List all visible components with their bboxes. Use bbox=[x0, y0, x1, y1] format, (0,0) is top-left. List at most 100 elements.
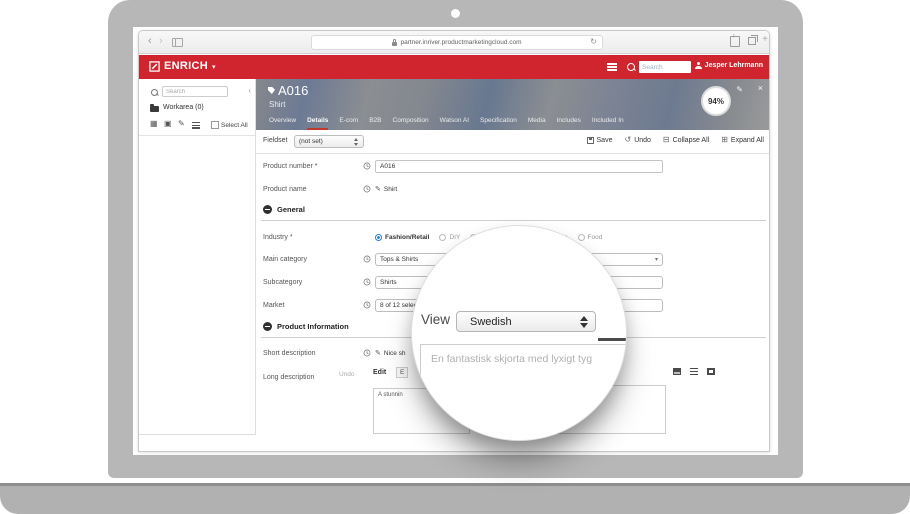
pencil-icon: ✎ bbox=[375, 349, 381, 357]
radio-fashion-retail[interactable]: Fashion/Retail bbox=[375, 234, 429, 241]
product-name-subheading: Shirt bbox=[269, 100, 285, 109]
tab-media[interactable]: Media bbox=[528, 117, 546, 130]
folder-icon bbox=[150, 106, 159, 112]
history-icon[interactable] bbox=[363, 278, 371, 286]
workarea-sidebar: ‹ Workarea (0) ▦ ▣ ✎ Select All bbox=[139, 79, 256, 435]
fieldset-label: Fieldset bbox=[263, 137, 288, 144]
tab-composition[interactable]: Composition bbox=[393, 117, 429, 130]
forward-icon[interactable]: › bbox=[159, 34, 163, 48]
refresh-icon[interactable]: ↻ bbox=[590, 37, 597, 46]
list-view-icon[interactable] bbox=[690, 368, 698, 375]
collapse-all-button[interactable]: ⊟ Collapse All bbox=[663, 136, 709, 144]
tab-b2b[interactable]: B2B bbox=[369, 117, 381, 130]
select-all-control[interactable]: Select All bbox=[211, 121, 248, 129]
collapse-icon: ⊟ bbox=[663, 136, 670, 144]
tab-includes[interactable]: Includes bbox=[557, 117, 581, 130]
radio-icon bbox=[439, 234, 446, 241]
expand-all-button[interactable]: ⊞ Expand All bbox=[721, 136, 764, 144]
entity-tabs: Overview Details E-com B2B Composition W… bbox=[269, 117, 624, 130]
back-icon[interactable]: ‹ bbox=[148, 34, 152, 48]
editor-view-toggles bbox=[673, 368, 715, 375]
magnified-divider bbox=[598, 338, 627, 341]
field-label: Subcategory bbox=[263, 279, 363, 286]
dropdown-icon: ▾ bbox=[655, 256, 658, 263]
field-row-short-description: Short description ✎ Nice sh bbox=[263, 346, 406, 360]
app-header: ENRICH ▾ Jesper Lehrmann bbox=[139, 55, 769, 79]
save-button[interactable]: Save bbox=[587, 137, 613, 144]
field-label: Product name bbox=[263, 186, 363, 193]
history-icon[interactable] bbox=[363, 301, 371, 309]
sidebar-toggle-icon[interactable] bbox=[172, 38, 183, 47]
monitor-stand bbox=[0, 483, 910, 514]
radio-diy[interactable]: DIY bbox=[439, 234, 460, 241]
tab-watson-ai[interactable]: Watson AI bbox=[440, 117, 469, 130]
editor-tab-edit[interactable]: Edit bbox=[373, 369, 386, 376]
lock-icon bbox=[392, 42, 397, 46]
history-icon[interactable] bbox=[363, 349, 371, 357]
new-tab-icon[interactable]: + bbox=[762, 34, 768, 45]
product-name-value[interactable]: ✎ Shirt bbox=[375, 185, 397, 193]
brand-name: ENRICH bbox=[164, 60, 208, 72]
editor-tab-secondary[interactable]: E bbox=[396, 367, 408, 378]
edit-icon[interactable]: ✎ bbox=[736, 85, 743, 94]
collapse-section-icon[interactable] bbox=[263, 205, 272, 214]
language-select[interactable]: Swedish bbox=[456, 311, 596, 332]
tab-included-in[interactable]: Included In bbox=[592, 117, 624, 130]
list-view-icon[interactable] bbox=[192, 122, 200, 129]
tab-specification[interactable]: Specification bbox=[480, 117, 517, 130]
grid-view-icon[interactable]: ▦ bbox=[150, 119, 158, 128]
history-icon[interactable] bbox=[363, 162, 371, 170]
select-arrows-icon bbox=[580, 316, 588, 328]
field-label: Product number * bbox=[263, 163, 363, 170]
product-number-input[interactable] bbox=[375, 160, 663, 173]
collapse-sidebar-icon[interactable]: ‹ bbox=[248, 86, 251, 95]
select-arrows-icon bbox=[354, 138, 359, 146]
share-icon[interactable] bbox=[730, 36, 740, 47]
radio-food[interactable]: Food bbox=[578, 234, 603, 241]
menu-icon[interactable] bbox=[607, 63, 617, 71]
sidebar-search-input[interactable] bbox=[162, 86, 228, 97]
search-icon[interactable] bbox=[627, 63, 635, 71]
radio-icon bbox=[578, 234, 585, 241]
divider bbox=[139, 135, 255, 136]
brand-menu[interactable]: ENRICH ▾ bbox=[149, 60, 215, 72]
radio-icon bbox=[375, 234, 382, 241]
undo-button[interactable]: ↺ Undo bbox=[624, 136, 650, 144]
tab-details[interactable]: Details bbox=[307, 117, 328, 130]
save-icon bbox=[587, 137, 594, 144]
tab-ecom[interactable]: E-com bbox=[339, 117, 358, 130]
short-description-value[interactable]: ✎ Nice sh bbox=[375, 349, 406, 357]
single-view-icon[interactable] bbox=[707, 368, 715, 375]
url-text: partner.inriver.productmarketingcloud.co… bbox=[400, 39, 521, 46]
browser-toolbar: ‹ › partner.inriver.productmarketingclou… bbox=[139, 31, 769, 54]
split-view-icon[interactable] bbox=[673, 368, 681, 375]
user-icon bbox=[695, 62, 702, 69]
search-icon bbox=[151, 89, 158, 96]
tabs-overview-icon[interactable] bbox=[748, 37, 756, 45]
user-menu[interactable]: Jesper Lehrmann bbox=[695, 62, 763, 69]
user-name: Jesper Lehrmann bbox=[705, 62, 763, 69]
field-label: Industry * bbox=[263, 234, 363, 241]
swedish-description-textarea[interactable]: En fantastisk skjorta med lyxigt tyg bbox=[420, 344, 627, 441]
field-row-product-name: Product name ✎ Shirt bbox=[263, 182, 397, 196]
collapse-section-icon[interactable] bbox=[263, 322, 272, 331]
history-icon[interactable] bbox=[363, 255, 371, 263]
history-icon[interactable] bbox=[363, 185, 371, 193]
close-icon[interactable]: × bbox=[758, 83, 763, 93]
field-row-product-number: Product number * bbox=[263, 159, 663, 173]
field-label: Short description bbox=[263, 350, 363, 357]
tab-overview[interactable]: Overview bbox=[269, 117, 296, 130]
fieldset-select[interactable]: (not set) bbox=[294, 135, 364, 148]
address-bar[interactable]: partner.inriver.productmarketingcloud.co… bbox=[311, 35, 603, 50]
workarea-label[interactable]: Workarea (0) bbox=[163, 104, 204, 111]
edit-mode-icon[interactable]: ✎ bbox=[178, 119, 185, 128]
global-search-input[interactable] bbox=[639, 61, 691, 73]
card-view-icon[interactable]: ▣ bbox=[164, 119, 172, 128]
completeness-badge: 94% bbox=[701, 86, 731, 116]
select-all-label: Select All bbox=[221, 122, 248, 129]
detail-toolbar: Fieldset (not set) Save ↺ bbox=[256, 130, 770, 154]
section-general[interactable]: General bbox=[261, 205, 766, 221]
fieldset-value: (not set) bbox=[299, 138, 323, 145]
select-all-checkbox[interactable] bbox=[211, 121, 219, 129]
field-undo-link[interactable]: Undo bbox=[339, 371, 355, 378]
